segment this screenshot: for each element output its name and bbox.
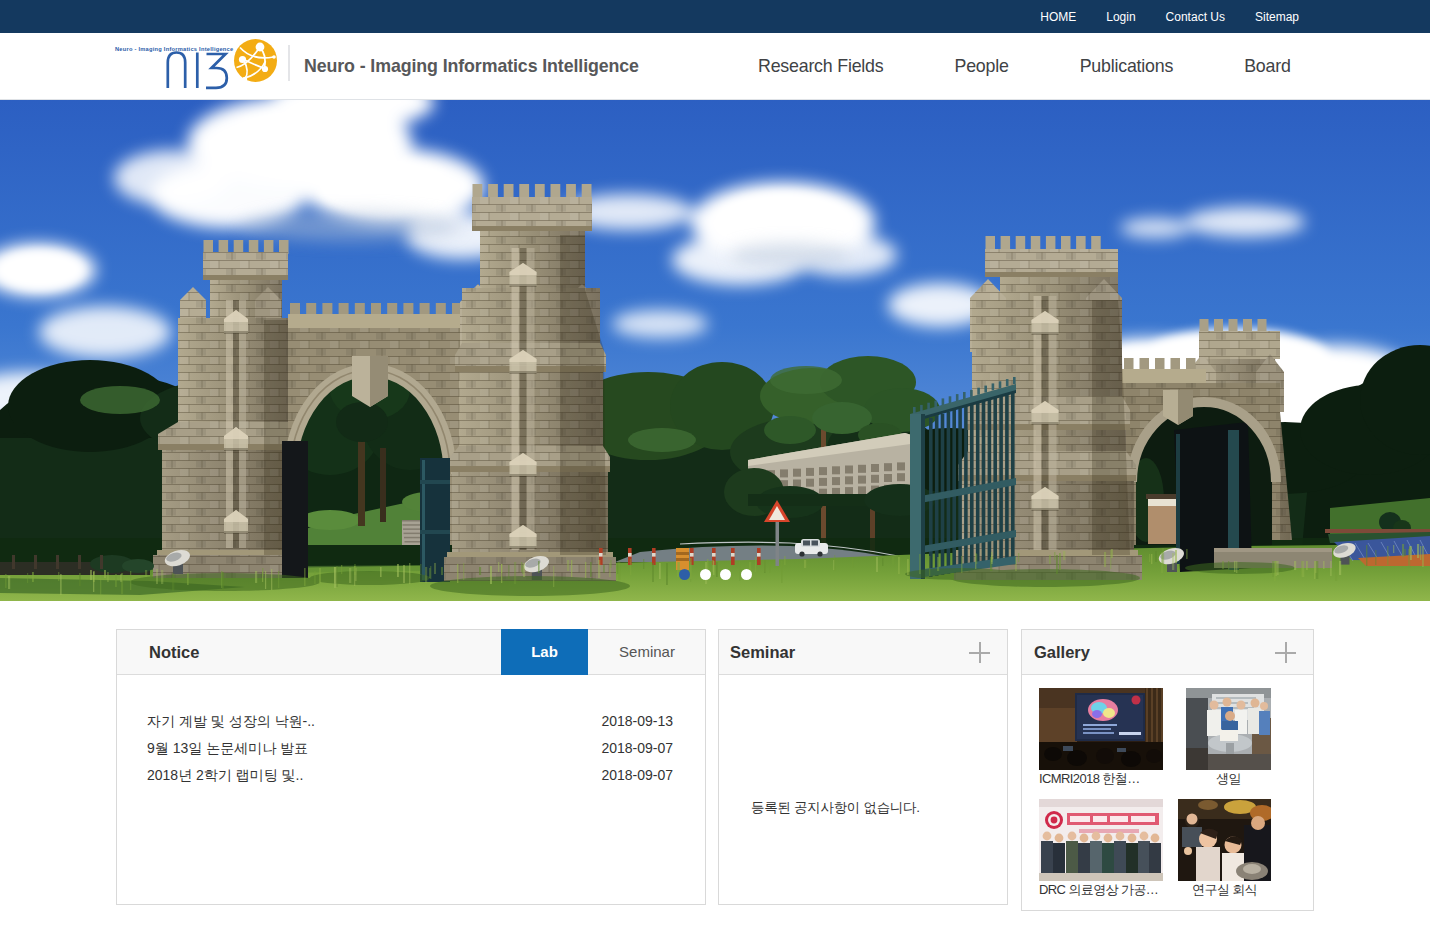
svg-text:Neuro - Imaging Informatics In: Neuro - Imaging Informatics Intelligence	[115, 46, 233, 52]
